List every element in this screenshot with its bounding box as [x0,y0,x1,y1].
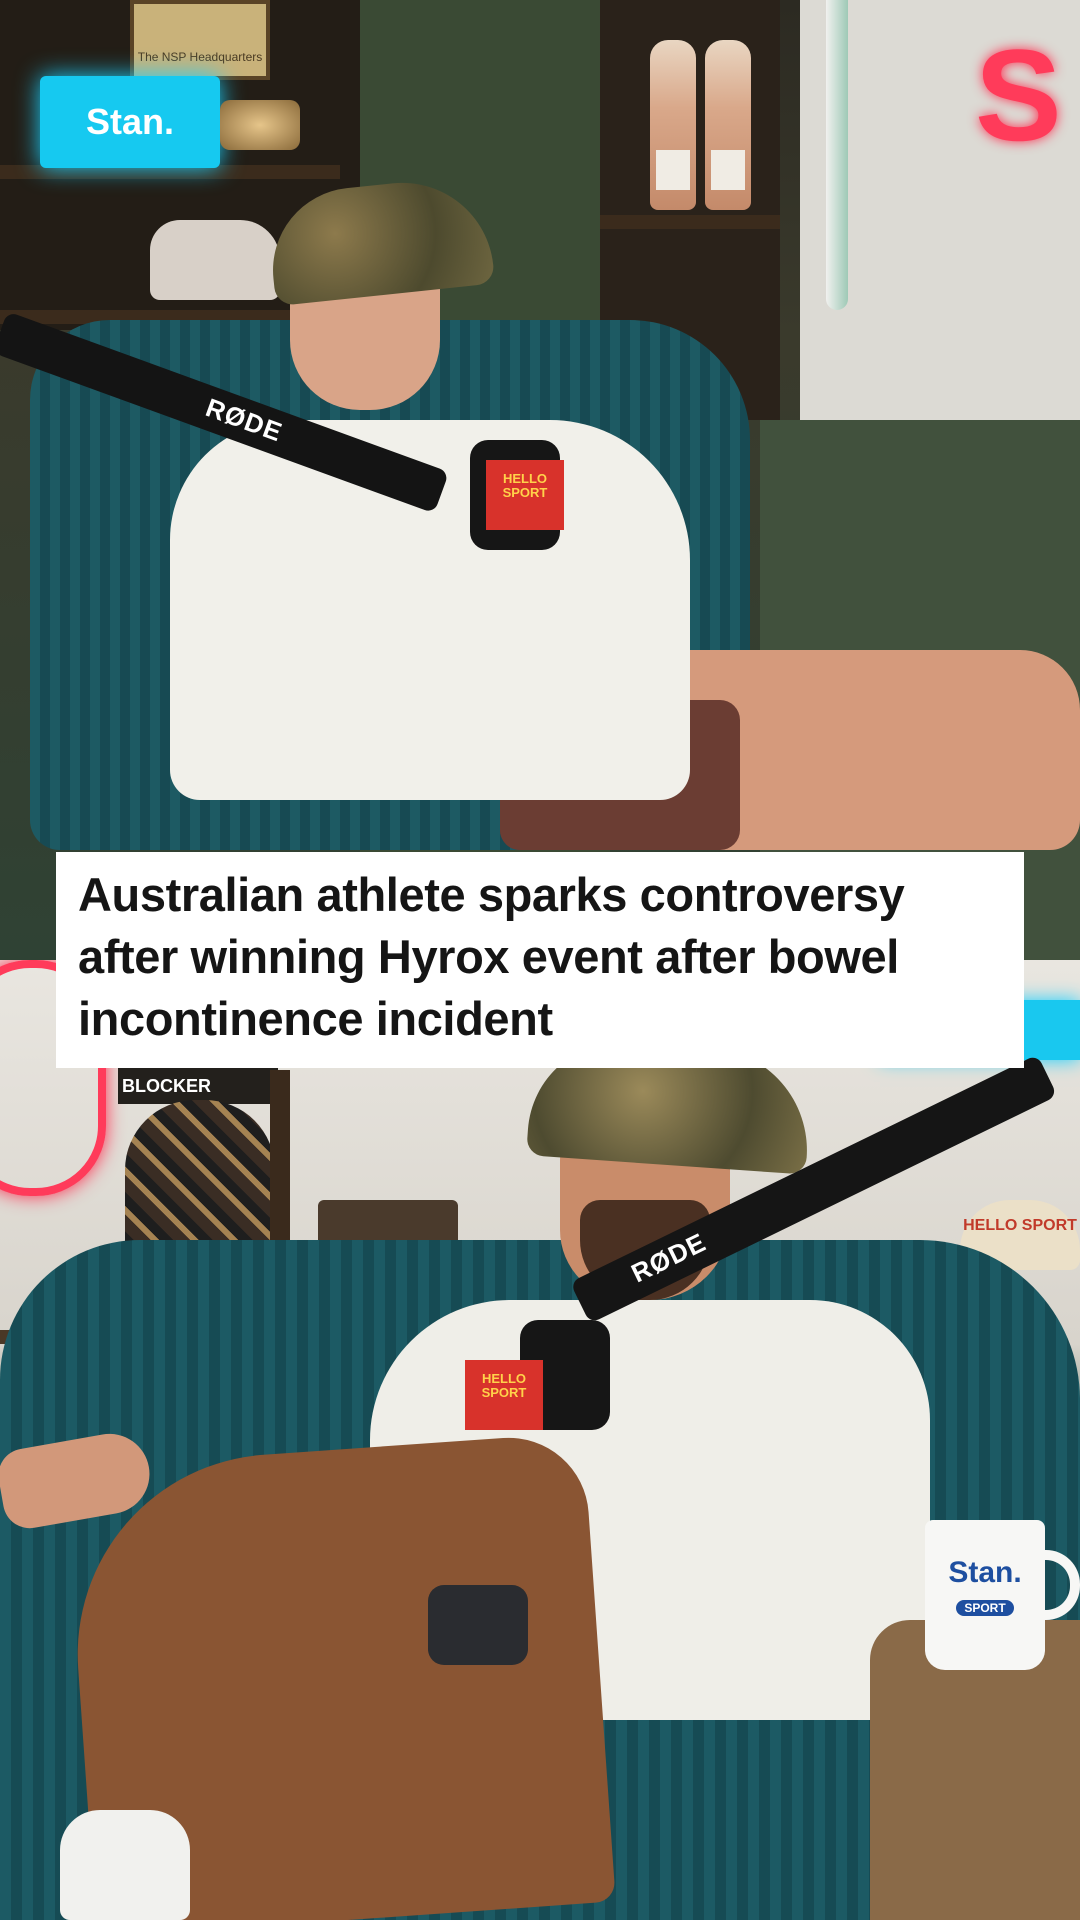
sneaker [60,1810,190,1920]
mic-flag: HELLO SPORT [486,460,564,530]
shelf-board [600,215,780,229]
wine-bottle [650,40,696,210]
mug-sub-logo: SPORT [956,1600,1014,1616]
caption-line: incontinence incident [78,992,553,1045]
mug: Stan. SPORT [925,1520,1045,1670]
phone [428,1585,528,1665]
bottom-video-frame: BLOCKER HELLO SPORT RØDE HELLO SPORT Sta… [0,960,1080,1920]
caption-line: Australian athlete sparks controversy [78,868,905,921]
plaque: The NSP Headquarters [130,0,270,80]
stan-neon-sign: Stan. [40,76,220,168]
sword [826,0,848,310]
blocker-sign: BLOCKER [118,1068,278,1104]
sneakers [150,220,280,300]
wine-bottle [705,40,751,210]
mic-flag: HELLO SPORT [465,1360,543,1430]
championship-belt [220,100,300,150]
microphone: HELLO SPORT [470,440,564,550]
headline-caption: Australian athlete sparks controversy af… [56,852,1024,1068]
top-video-frame: The NSP Headquarters Stan. S RØDE HELLO … [0,0,1080,960]
neon-letter: S [975,22,1062,168]
microphone: HELLO SPORT [465,1320,610,1430]
caption-line: after winning Hyrox event after bowel [78,930,899,983]
mug-logo: Stan. [948,1556,1022,1589]
